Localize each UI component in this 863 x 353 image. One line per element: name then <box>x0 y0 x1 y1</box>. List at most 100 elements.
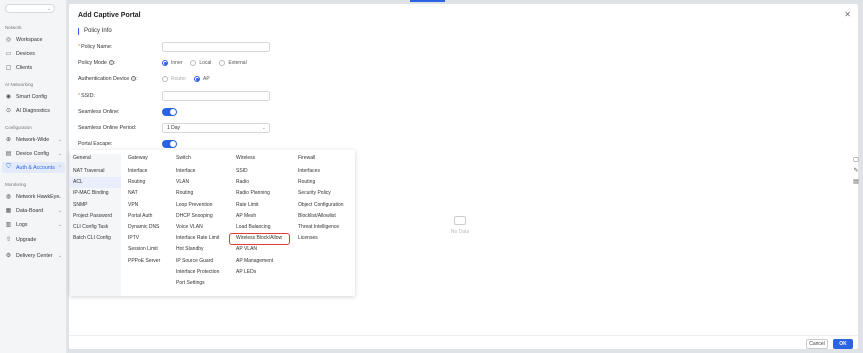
menu-item[interactable]: CLI Config Task <box>70 222 121 233</box>
chevron-down-icon: ⌄ <box>57 207 62 214</box>
menu-item[interactable]: Port Settings <box>173 278 219 289</box>
sidebar-item-label: Clients <box>16 64 33 71</box>
portal-escape-toggle[interactable] <box>162 140 177 148</box>
sidebar-item-label: Auth & Accounts <box>16 164 55 171</box>
sidebar-item-data-board[interactable]: ▦ Data-Board ⌄ <box>2 205 65 216</box>
radio-dot <box>162 76 168 82</box>
menu-item[interactable]: Interface <box>173 166 219 177</box>
menu-item[interactable]: VLAN <box>173 177 219 188</box>
menu-item[interactable]: Dynamic DNS <box>125 222 160 233</box>
cancel-button[interactable]: Cancel <box>806 339 828 349</box>
policy-name-input[interactable] <box>162 42 270 52</box>
chevron-up-icon: ⌃ <box>57 164 62 171</box>
sidebar-item-label: Device Config <box>16 150 49 157</box>
document-icon[interactable]: ▤ <box>852 178 860 186</box>
menu-item[interactable]: Interface Protection <box>173 267 219 278</box>
sidebar-item-network-wide[interactable]: ⊕ Network-Wide ⌄ <box>2 134 65 145</box>
device-config-icon: ▤ <box>5 151 12 157</box>
radio-inner[interactable]: Inner <box>162 60 182 66</box>
menu-item[interactable]: Interfaces <box>295 166 344 177</box>
sidebar-item-clients[interactable]: ▢ Clients <box>2 62 65 73</box>
menu-item[interactable]: VPN <box>125 200 160 211</box>
radio-ap[interactable]: AP <box>194 76 210 82</box>
chat-icon[interactable]: ▢ <box>852 156 860 164</box>
menu-item[interactable]: NAT Traversal <box>70 166 121 177</box>
sidebar-item-label: Workspace <box>16 36 43 43</box>
menu-item[interactable]: Licenses <box>295 233 344 244</box>
radio-external[interactable]: External <box>219 60 247 66</box>
close-icon[interactable]: ✕ <box>844 10 851 19</box>
sidebar-item-auth-accounts[interactable]: ⛉ Auth & Accounts ⌃ <box>2 162 65 173</box>
ok-button[interactable]: OK <box>833 339 853 349</box>
menu-item[interactable]: AP Mesh <box>233 211 282 222</box>
menu-item[interactable]: Load Balancing <box>233 222 282 233</box>
menu-item[interactable]: Security Policy <box>295 188 344 199</box>
ssid-input[interactable] <box>162 91 270 101</box>
menu-item[interactable]: Portal Auth <box>125 211 160 222</box>
data-board-icon: ▦ <box>5 208 12 214</box>
menu-item[interactable]: Object Configuration <box>295 200 344 211</box>
sidebar-item-label: Devices <box>16 50 35 57</box>
sidebar-item-device-config[interactable]: ▤ Device Config ⌄ <box>2 148 65 159</box>
menu-item[interactable]: AP LEDs <box>233 267 282 278</box>
seamless-period-label: Seamless Online Period: <box>78 125 137 131</box>
menu-item[interactable]: Rate Limit <box>233 200 282 211</box>
menu-item[interactable]: AP VLAN <box>233 244 282 255</box>
menu-item[interactable]: PPPoE Server <box>125 256 160 267</box>
sidebar-item-delivery-center[interactable]: ⚙ Delivery Center ⌄ <box>2 250 65 261</box>
feedback-icon[interactable]: ✎ <box>852 167 860 175</box>
menu-item[interactable]: Voice VLAN <box>173 222 219 233</box>
menu-item[interactable]: Radio <box>233 177 282 188</box>
menu-item[interactable]: Routing <box>125 177 160 188</box>
highlight-annotation <box>229 233 290 245</box>
policy-mode-label: Policy Mode?: <box>78 60 116 66</box>
sidebar-item-upgrade[interactable]: ⇧ Upgrade <box>2 234 65 245</box>
site-selector[interactable]: ⌄ <box>5 4 55 13</box>
logs-icon: ▥ <box>5 222 12 228</box>
radio-router[interactable]: Router <box>162 76 186 82</box>
sidebar-item-network-hawkeye[interactable]: ◍ Network HawkEye ⌄ <box>2 191 65 202</box>
sidebar-item-smart-config[interactable]: ◉ Smart Config <box>2 91 65 102</box>
radio-local[interactable]: Local <box>190 60 211 66</box>
select-value: 1 Day <box>167 125 181 131</box>
footer-divider <box>69 335 858 336</box>
sidebar-item-logs[interactable]: ▥ Logs ⌄ <box>2 219 65 230</box>
sidebar-item-workspace[interactable]: ◎ Workspace <box>2 34 65 45</box>
menu-item[interactable]: Radio Planning <box>233 188 282 199</box>
seamless-period-select[interactable]: 1 Day ⌄ <box>162 123 270 133</box>
sidebar-item-label: Smart Config <box>16 93 47 100</box>
menu-item[interactable]: Blocklist/Allowlist <box>295 211 344 222</box>
devices-icon: ▭ <box>5 51 12 57</box>
menu-item[interactable]: Loop Prevention <box>173 200 219 211</box>
menu-item[interactable]: Interface <box>125 166 160 177</box>
menu-item[interactable]: AP Management <box>233 256 282 267</box>
menu-col-head: Gateway <box>128 155 148 161</box>
seamless-online-label: Seamless Online: <box>78 109 120 115</box>
menu-item[interactable]: NAT <box>125 188 160 199</box>
sidebar-item-devices[interactable]: ▭ Devices <box>2 48 65 59</box>
menu-item[interactable]: Routing <box>173 188 219 199</box>
menu-item[interactable]: Routing <box>295 177 344 188</box>
menu-item[interactable]: IP Source Guard <box>173 256 219 267</box>
help-icon[interactable]: ? <box>131 76 137 82</box>
menu-item[interactable]: Interface Rate Limit <box>173 233 219 244</box>
menu-item[interactable]: Session Limit <box>125 244 160 255</box>
chevron-down-icon: ⌄ <box>57 150 62 157</box>
menu-item[interactable]: Hot Standby <box>173 244 219 255</box>
menu-item[interactable]: DHCP Snooping <box>173 211 219 222</box>
menu-item[interactable]: Project Password <box>70 211 121 222</box>
menu-col-switch: Switch Interface VLAN Routing Loop Preve… <box>173 154 219 289</box>
radio-label: Inner <box>171 60 183 66</box>
help-icon[interactable]: ? <box>108 60 114 66</box>
sidebar-item-ai-diagnostics[interactable]: ⊙ AI Diagnostics <box>2 105 65 116</box>
menu-item[interactable]: SNMP <box>70 200 121 211</box>
seamless-online-toggle[interactable] <box>162 108 177 116</box>
menu-item[interactable]: SSID <box>233 166 282 177</box>
menu-item[interactable]: ACL <box>70 177 121 189</box>
menu-item[interactable]: IPTV <box>125 233 160 244</box>
menu-item[interactable]: Threat Intelligence <box>295 222 344 233</box>
menu-col-head: Switch <box>176 155 191 161</box>
menu-item[interactable]: Batch CLI Config <box>70 233 121 244</box>
upgrade-icon: ⇧ <box>5 237 12 243</box>
menu-item[interactable]: IP-MAC Binding <box>70 188 121 199</box>
